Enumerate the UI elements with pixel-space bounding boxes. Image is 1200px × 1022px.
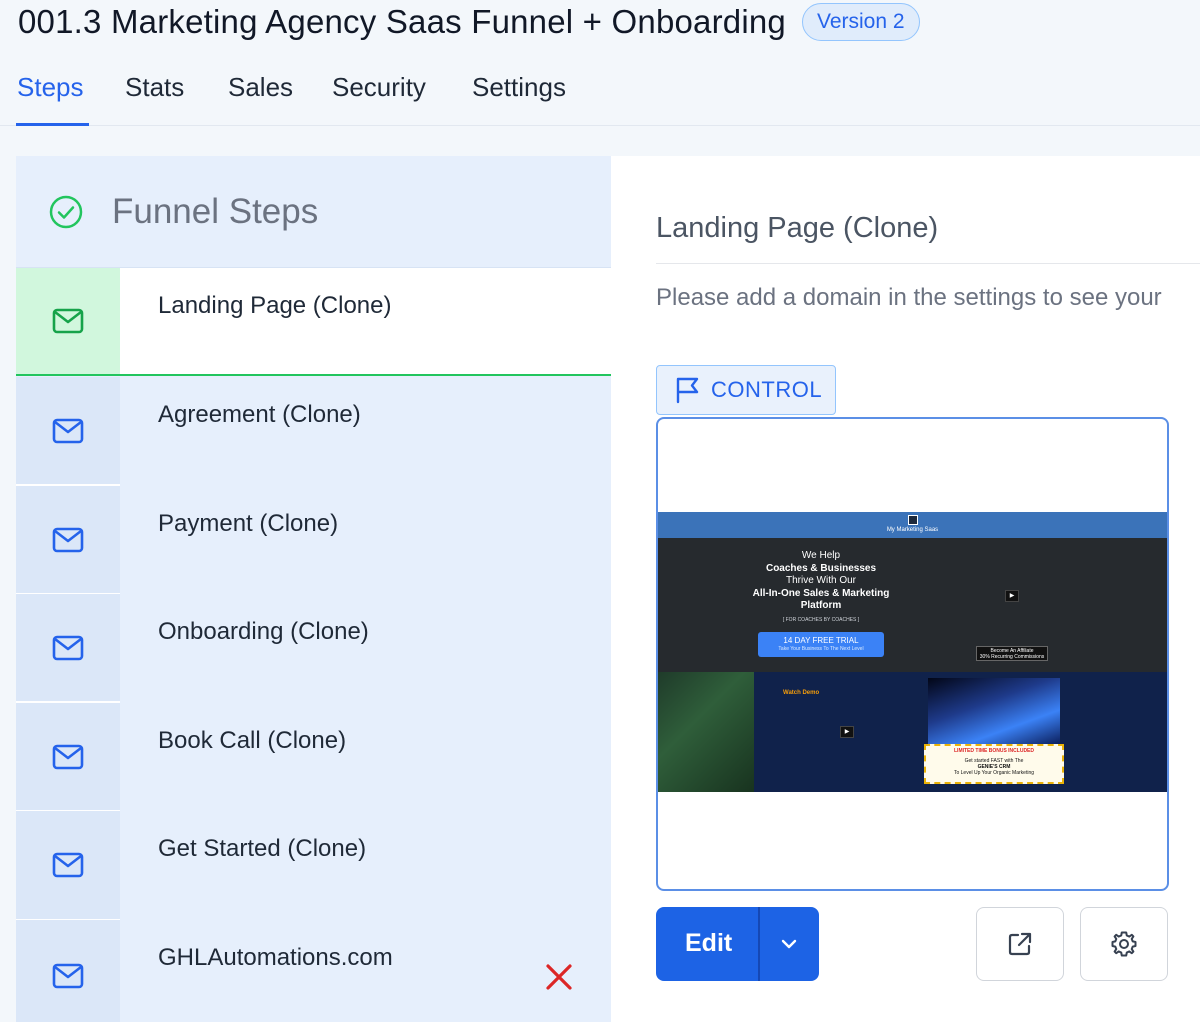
preview-decor-graphic: [658, 672, 754, 792]
preview-hero-line: We Help: [801, 550, 841, 561]
mail-icon: [52, 635, 84, 661]
step-get-started[interactable]: Get Started (Clone): [16, 811, 611, 919]
preview-hero-text: We Help Coaches & Businesses Thrive With…: [748, 550, 894, 613]
mail-icon: [52, 418, 84, 444]
step-icon-column: [16, 486, 120, 594]
step-label: Book Call (Clone): [158, 727, 347, 754]
step-icon-column: [16, 268, 120, 374]
tab-steps[interactable]: Steps: [17, 72, 84, 103]
preview-cta-title: 14 DAY FREE TRIAL: [783, 636, 859, 645]
check-circle-icon: [49, 195, 83, 228]
preview-cta-sub: Take Your Business To The Next Level: [778, 646, 864, 652]
gear-icon: [1111, 931, 1137, 957]
preview-cta-button: 14 DAY FREE TRIAL Take Your Business To …: [758, 632, 884, 657]
preview-play-icon: ▶: [840, 726, 854, 738]
step-agreement[interactable]: Agreement (Clone): [16, 377, 611, 485]
funnel-steps-title: Funnel Steps: [112, 191, 319, 231]
step-icon-column: [16, 377, 120, 485]
step-icon-column: [16, 703, 120, 811]
external-link-icon: [1008, 932, 1032, 956]
mail-icon: [52, 963, 84, 989]
edit-button[interactable]: Edit: [656, 907, 819, 981]
step-landing-page[interactable]: Landing Page (Clone): [16, 268, 611, 376]
preview-hero-line: Coaches & Businesses: [765, 562, 877, 574]
preview-bonus-line: To Level Up Your Organic Marketing: [953, 770, 1035, 776]
preview-logo: [908, 515, 918, 525]
preview-hero: We Help Coaches & Businesses Thrive With…: [658, 538, 1167, 672]
tab-security[interactable]: Security: [332, 72, 426, 103]
step-payment[interactable]: Payment (Clone): [16, 486, 611, 594]
step-label: GHLAutomations.com: [158, 944, 393, 971]
step-ghlautomations[interactable]: GHLAutomations.com: [16, 920, 611, 1022]
funnel-steps-header: Funnel Steps: [16, 156, 611, 268]
preview-watch-demo: Watch Demo: [783, 690, 820, 696]
preview-hero-line: All-In-One Sales & Marketing: [752, 587, 890, 599]
step-onboarding[interactable]: Onboarding (Clone): [16, 594, 611, 702]
step-label: Landing Page (Clone): [158, 292, 392, 319]
control-label: CONTROL: [711, 377, 823, 402]
edit-button-label: Edit: [685, 929, 733, 957]
tab-settings[interactable]: Settings: [472, 72, 566, 103]
step-detail-title: Landing Page (Clone): [656, 212, 939, 244]
step-book-call[interactable]: Book Call (Clone): [16, 703, 611, 811]
active-tab-indicator: [16, 123, 89, 126]
preview-affiliate-button: Become An Affiliate 30% Recurring Commis…: [976, 646, 1048, 661]
preview-tagline: [ FOR COACHES BY COACHES ]: [782, 617, 860, 623]
control-variant-button[interactable]: CONTROL: [656, 365, 836, 415]
divider: [656, 263, 1200, 264]
step-icon-column: [16, 594, 120, 702]
tab-stats[interactable]: Stats: [125, 72, 184, 103]
step-label: Get Started (Clone): [158, 835, 367, 862]
preview-hero-line: Thrive With Our: [785, 575, 856, 586]
edit-button-divider: [758, 907, 760, 981]
step-icon-column: [16, 811, 120, 919]
domain-warning-message: Please add a domain in the settings to s…: [656, 284, 1162, 311]
funnel-title: 001.3 Marketing Agency Saas Funnel + Onb…: [18, 3, 786, 40]
mail-icon: [52, 744, 84, 770]
mail-icon: [52, 852, 84, 878]
step-detail-panel: Landing Page (Clone) Please add a domain…: [611, 156, 1200, 1022]
preview-hero-line: Platform: [800, 600, 842, 611]
preview-affiliate-sub: 30% Recurring Commissions: [979, 654, 1045, 660]
delete-x-icon[interactable]: [544, 962, 574, 992]
preview-brand-name: My Marketing Saas: [886, 527, 939, 533]
preview-product-image: [928, 678, 1060, 744]
preview-play-icon: ▶: [1005, 590, 1019, 602]
mail-icon: [52, 527, 84, 553]
step-icon-column: [16, 920, 120, 1022]
step-label: Onboarding (Clone): [158, 618, 369, 645]
preview-demo-section: Watch Demo ▶ LIMITED TIME BONUS INCLUDED…: [658, 672, 1167, 792]
chevron-down-icon[interactable]: [778, 933, 800, 955]
step-label: Payment (Clone): [158, 510, 339, 537]
funnel-steps-panel: Funnel Steps Landing Page (Clone) Agreem…: [16, 156, 611, 1022]
header: 001.3 Marketing Agency Saas Funnel + Onb…: [18, 0, 920, 44]
page-preview-thumbnail[interactable]: My Marketing Saas We Help Coaches & Busi…: [656, 417, 1169, 891]
step-settings-button[interactable]: [1080, 907, 1168, 981]
version-badge[interactable]: Version 2: [801, 3, 920, 41]
tab-sales[interactable]: Sales: [228, 72, 293, 103]
preview-bonus-title: LIMITED TIME BONUS INCLUDED: [954, 748, 1034, 754]
open-external-button[interactable]: [976, 907, 1064, 981]
preview-bonus-box: LIMITED TIME BONUS INCLUDED Get started …: [924, 744, 1064, 784]
mail-icon: [52, 308, 84, 334]
tab-bar: Steps Stats Sales Security Settings: [0, 62, 1200, 126]
step-label: Agreement (Clone): [158, 401, 361, 428]
flag-icon: [676, 377, 699, 404]
